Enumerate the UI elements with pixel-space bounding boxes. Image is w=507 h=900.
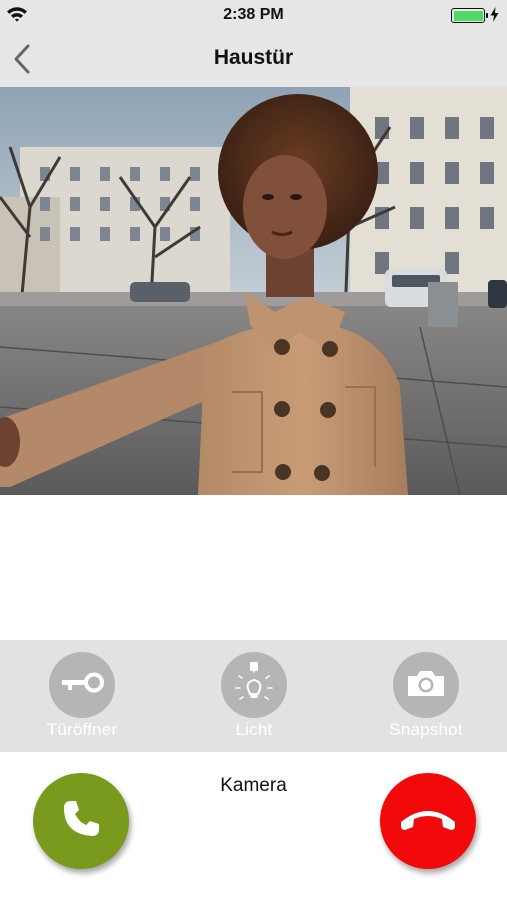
camera-icon — [405, 667, 447, 704]
page-title: Haustür — [213, 46, 294, 69]
key-icon — [58, 668, 106, 703]
nav-bar: Haustür — [0, 30, 507, 87]
decline-call-button[interactable] — [380, 773, 476, 869]
status-time: 2:38 PM — [223, 6, 284, 23]
door-opener-circle — [49, 652, 115, 718]
door-opener-label: Türöffner — [46, 720, 118, 739]
app-screen: 2:38 PM Haustür Türöffner Licht Snapshot… — [0, 0, 507, 900]
hang-up-icon — [397, 804, 459, 839]
snapshot-button[interactable]: Snapshot — [361, 652, 491, 740]
light-button[interactable]: Licht — [189, 652, 319, 740]
light-circle — [221, 652, 287, 718]
accept-call-button[interactable] — [33, 773, 129, 869]
light-bulb-icon — [232, 658, 276, 713]
battery-level — [453, 10, 483, 21]
door-opener-button[interactable]: Türöffner — [17, 652, 147, 740]
phone-icon — [58, 796, 104, 847]
snapshot-label: Snapshot — [389, 720, 463, 739]
light-label: Licht — [235, 720, 273, 739]
camera-feed — [0, 87, 507, 495]
status-bar: 2:38 PM — [0, 0, 507, 30]
charging-icon — [490, 7, 499, 27]
snapshot-circle — [393, 652, 459, 718]
camera-image — [0, 87, 507, 495]
action-bar: Türöffner Licht Snapshot — [0, 640, 507, 752]
battery-icon — [451, 8, 488, 23]
